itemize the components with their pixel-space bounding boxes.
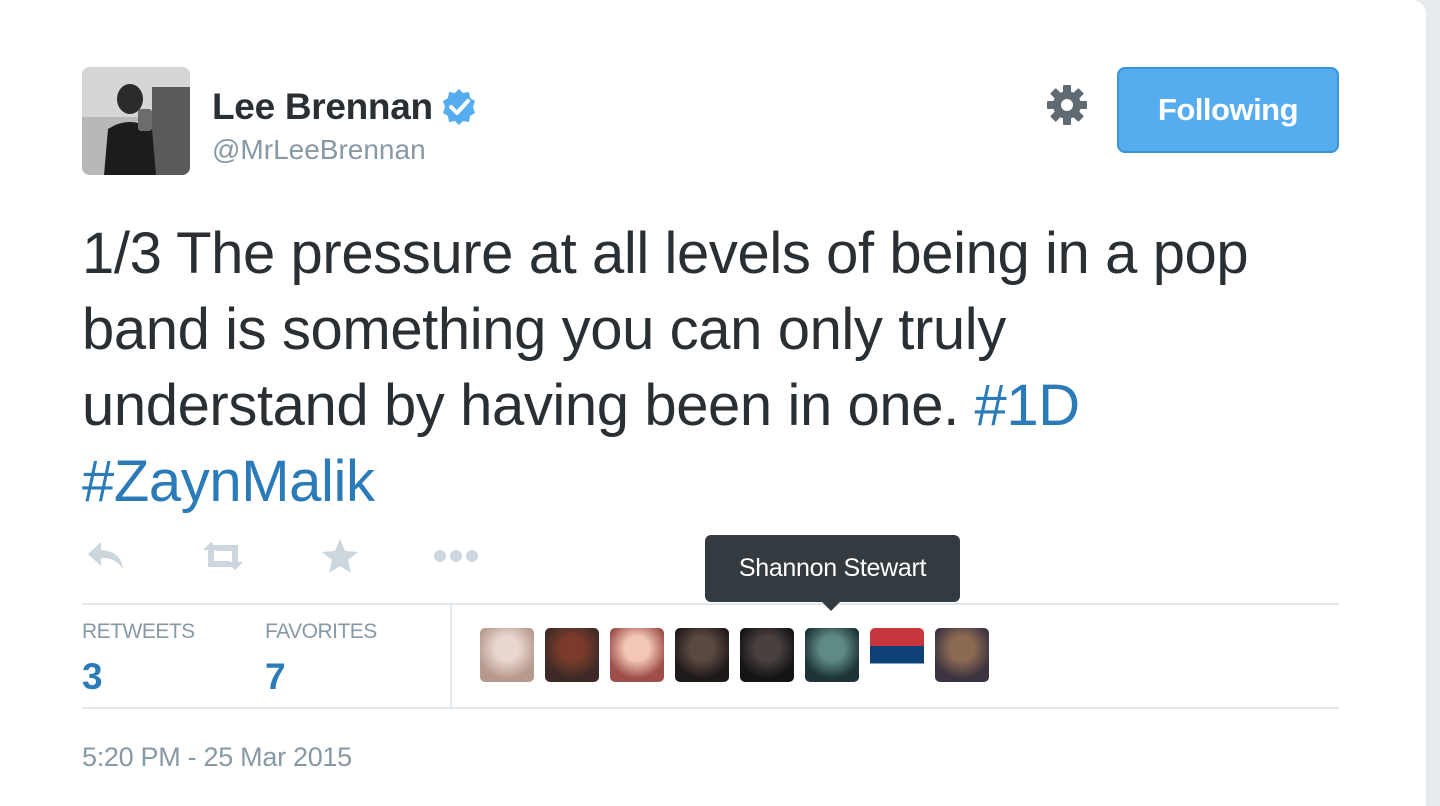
retweet-icon[interactable] [199, 534, 247, 578]
favoriter-avatar-3[interactable] [610, 628, 664, 682]
favoriter-avatar-5[interactable] [740, 628, 794, 682]
favoriter-avatar-4[interactable] [675, 628, 729, 682]
stats-divider-bottom [82, 707, 1339, 709]
tooltip-arrow [820, 600, 842, 611]
favorites-count: 7 [265, 656, 286, 697]
favoriter-avatar-7-serbian-flag[interactable] [870, 628, 924, 682]
retweets-label: RETWEETS [82, 620, 195, 643]
retweets-count: 3 [82, 656, 103, 697]
tweet-timestamp[interactable]: 5:20 PM - 25 Mar 2015 [82, 742, 352, 773]
star-icon[interactable] [316, 534, 364, 578]
favorites-stat[interactable]: FAVORITES 7 [265, 620, 377, 698]
favoriter-avatar-1[interactable] [480, 628, 534, 682]
user-tooltip: Shannon Stewart [705, 535, 960, 602]
favoriter-avatar-6[interactable] [805, 628, 859, 682]
favoriter-avatars [480, 628, 1000, 684]
tweet-card: Lee Brennan @MrLeeBrennan Following 1/3 … [0, 0, 1426, 806]
favoriter-avatar-2[interactable] [545, 628, 599, 682]
favorites-label: FAVORITES [265, 620, 377, 643]
verified-badge-icon [439, 87, 479, 127]
retweets-stat[interactable]: RETWEETS 3 [82, 620, 195, 698]
profile-photo [82, 67, 190, 175]
following-button[interactable]: Following [1117, 67, 1339, 153]
more-icon[interactable] [432, 534, 480, 578]
profile-avatar[interactable] [82, 67, 190, 175]
user-handle[interactable]: @MrLeeBrennan [212, 134, 426, 166]
reply-icon[interactable] [82, 534, 130, 578]
gear-icon[interactable] [1044, 82, 1090, 128]
stats-divider-top [82, 603, 1339, 605]
favoriter-avatar-8[interactable] [935, 628, 989, 682]
hashtag-link[interactable]: #1D [975, 373, 1081, 438]
display-name[interactable]: Lee Brennan [212, 86, 433, 128]
stats-divider-vertical [450, 603, 452, 709]
tweet-text: 1/3 The pressure at all levels of being … [82, 216, 1302, 520]
hashtag-link[interactable]: #ZaynMalik [82, 449, 375, 514]
